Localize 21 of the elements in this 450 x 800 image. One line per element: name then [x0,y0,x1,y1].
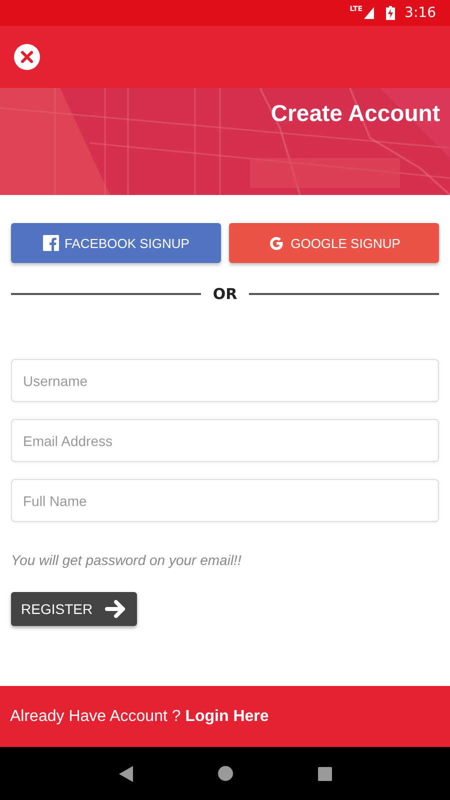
facebook-icon [42,235,58,251]
input-field[interactable]: Email Address [11,419,439,462]
register-button[interactable]: REGISTER [11,592,137,626]
arrow-right-icon [104,600,127,618]
close-button[interactable] [14,44,40,70]
recents-icon[interactable] [318,766,332,780]
home-icon[interactable] [218,766,232,781]
or-separator-label: OR [212,285,238,303]
back-icon[interactable] [118,766,132,782]
clock-time: 3:16 [404,5,436,21]
login-link[interactable]: Login Here [185,708,269,724]
google-icon [268,234,285,252]
input-field[interactable]: Username [11,359,439,402]
password-hint: You will get password on your email!! [11,552,242,568]
login-prompt: Already Have Account ? Login Here [10,708,269,726]
page-title: Create Account [270,100,440,127]
signup-button[interactable]: GOOGLE SIGNUP [229,223,439,263]
input-field[interactable]: Full Name [11,479,439,522]
signup-button[interactable]: FACEBOOK SIGNUP [11,223,221,263]
signal-icon [364,7,374,19]
battery-charging-icon [386,6,395,20]
